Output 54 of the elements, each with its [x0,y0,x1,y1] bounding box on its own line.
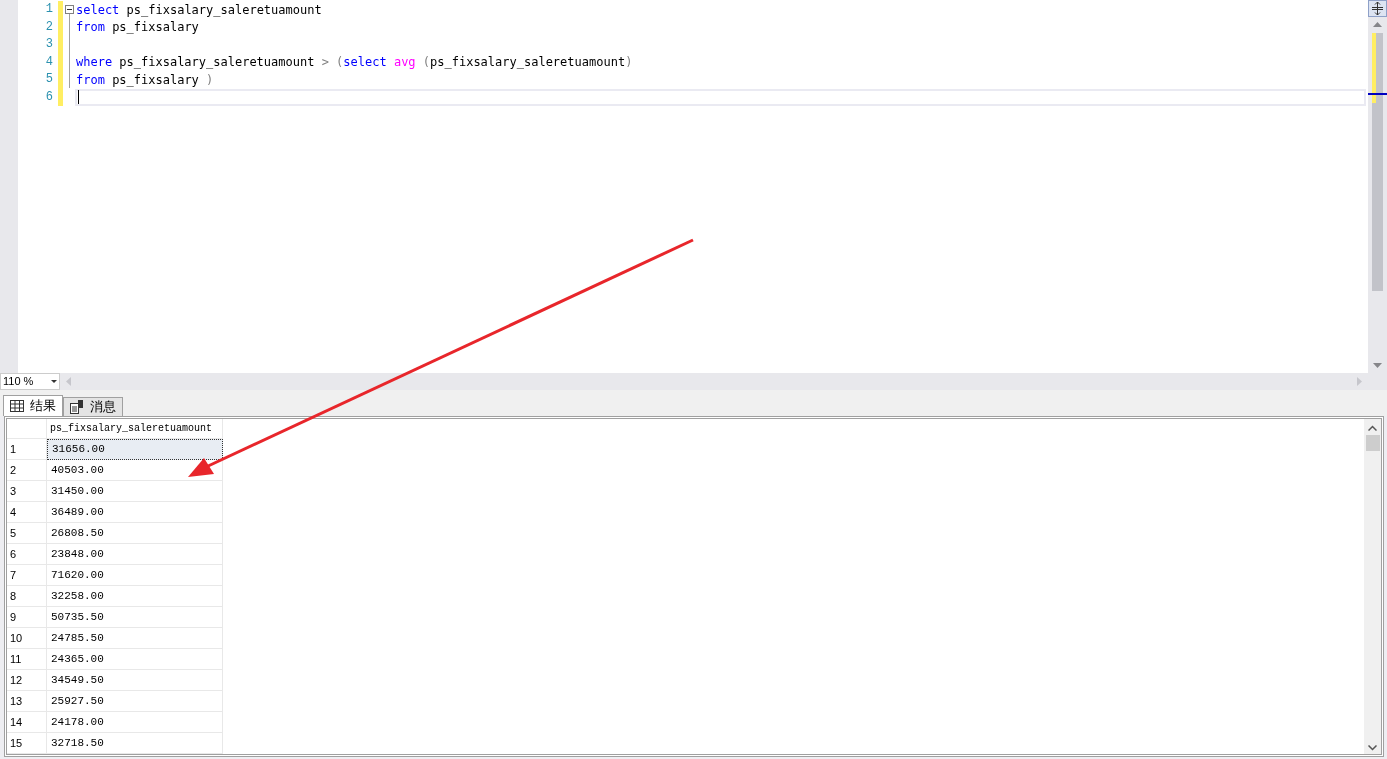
row-number[interactable]: 9 [7,607,47,628]
row-number[interactable]: 7 [7,565,47,586]
row-number[interactable]: 8 [7,586,47,607]
code-line: select ps_fixsalary_saleretuamount [75,1,323,19]
code-line: from ps_fixsalary ) [75,71,215,89]
scroll-down-icon[interactable] [1373,363,1382,369]
scrollbar-thumb[interactable] [1365,435,1380,451]
table-cell: 71620.00 [47,565,223,586]
row-number[interactable]: 11 [7,649,47,670]
line-number: 1 [44,1,54,18]
line-number: 6 [44,88,54,106]
row-number[interactable]: 14 [7,712,47,733]
row-number[interactable]: 15 [7,733,47,754]
scroll-up-icon[interactable] [1368,425,1377,431]
row-number[interactable]: 5 [7,523,47,544]
table-cell: 24178.00 [47,712,223,733]
row-number[interactable]: 12 [7,670,47,691]
text-cursor [78,90,79,105]
table-cell: 31450.00 [47,481,223,502]
code-line: from ps_fixsalary [75,19,200,36]
collapse-icon[interactable] [64,5,74,14]
row-number[interactable]: 4 [7,502,47,523]
grid-corner-cell [7,419,47,439]
results-tab[interactable]: 结果 [3,395,63,416]
row-number[interactable]: 2 [7,460,47,481]
table-cell: 26808.50 [47,523,223,544]
caret-icon [51,380,57,384]
table-cell: 50735.50 [47,607,223,628]
table-cell: 32718.50 [47,733,223,754]
zoom-dropdown[interactable]: 110 % [0,373,60,391]
row-number[interactable]: 6 [7,544,47,565]
results-tab[interactable]: 消息 [63,397,123,416]
scroll-up-icon[interactable] [1373,22,1382,27]
table-cell: 23848.00 [47,544,223,565]
table-cell: 24785.50 [47,628,223,649]
grid-icon [10,400,24,412]
row-number[interactable]: 10 [7,628,47,649]
table-cell: 36489.00 [47,502,223,523]
table-cell: 32258.00 [47,586,223,607]
row-number[interactable]: 13 [7,691,47,712]
table-cell: 25927.50 [47,691,223,712]
line-number: 2 [44,18,54,36]
line-number: 4 [44,53,54,71]
line-number: 5 [44,71,54,88]
code-line: where ps_fixsalary_saleretuamount > (select avg (ps_fixsalary_saleretuamount) [75,54,634,71]
table-cell: 24365.00 [47,649,223,670]
document-icon [70,400,84,414]
table-cell: 34549.50 [47,670,223,691]
row-number[interactable]: 3 [7,481,47,502]
table-cell: 31656.00 [47,439,223,460]
split-handle[interactable] [1368,0,1387,17]
line-number: 3 [44,36,54,53]
scroll-down-icon[interactable] [1368,745,1377,751]
split-icon [1372,2,1383,15]
